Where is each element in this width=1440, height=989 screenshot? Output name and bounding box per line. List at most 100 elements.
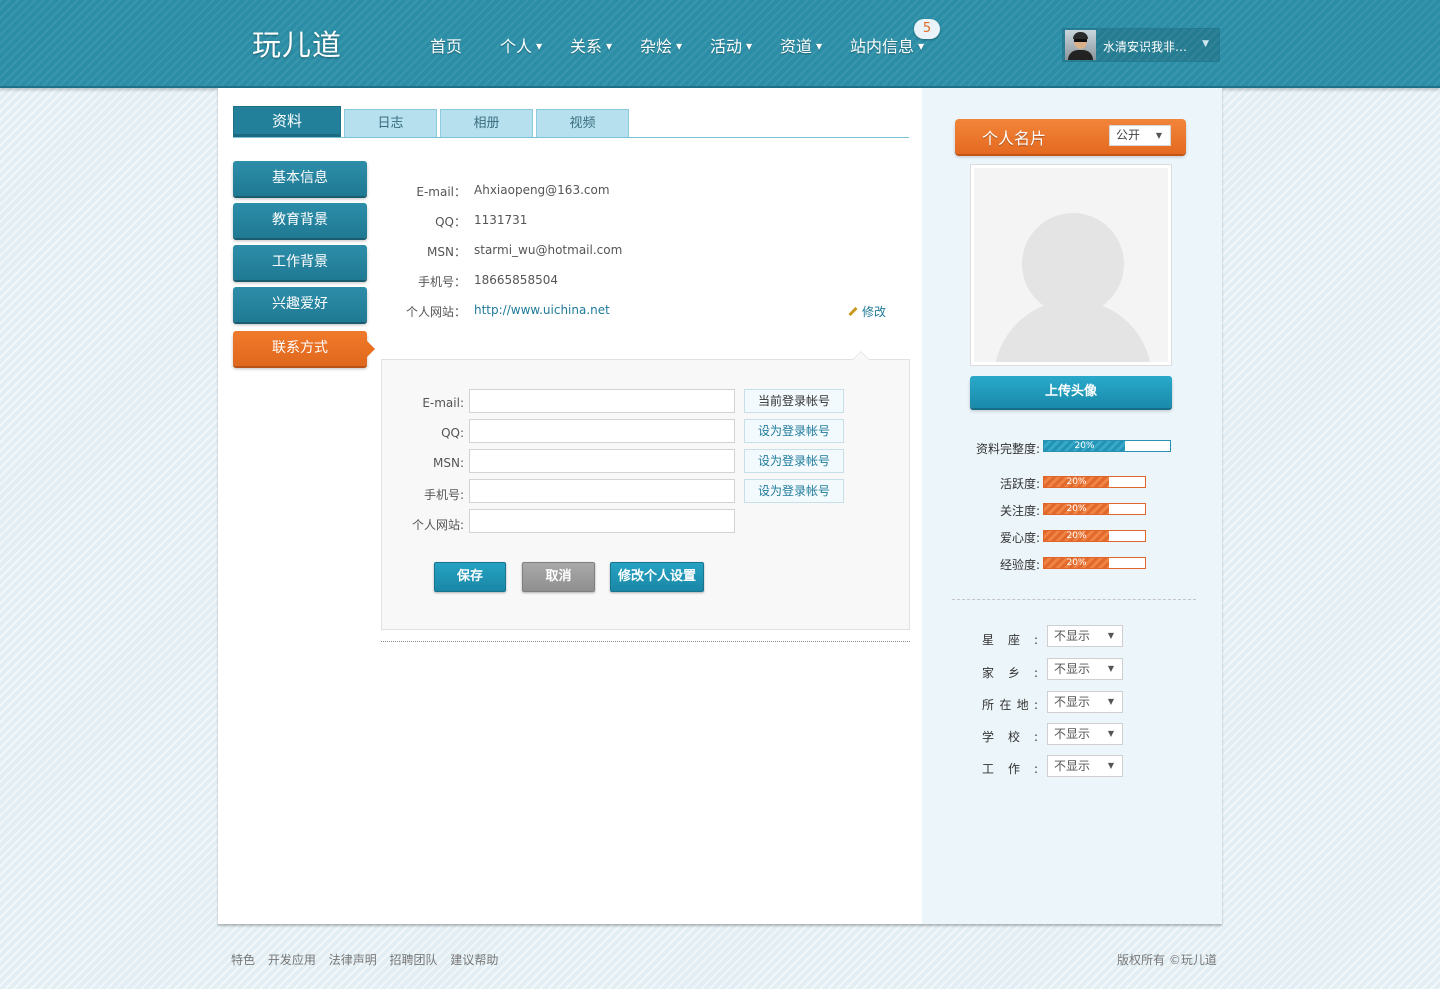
completeness-percent: 20%: [1074, 441, 1095, 451]
set-login-account-button-msn[interactable]: 设为登录帐号: [744, 449, 844, 473]
caret-down-icon: ▼: [536, 42, 543, 51]
site-logo[interactable]: 玩儿道: [252, 22, 342, 64]
contact-website-cell: http://www.uichina.net: [474, 303, 610, 317]
side-menu-interests[interactable]: 兴趣爱好: [233, 287, 367, 322]
user-menu[interactable]: 水清安识我非… ▼: [1062, 28, 1220, 62]
caret-down-icon: ▼: [676, 42, 683, 51]
website-field[interactable]: [469, 509, 735, 533]
current-login-account-tag[interactable]: 当前登录帐号: [744, 389, 844, 413]
contact-website-link[interactable]: http://www.uichina.net: [474, 303, 610, 317]
zodiac-visibility-select[interactable]: 不显示 ▼: [1047, 625, 1123, 647]
tab-journal[interactable]: 日志: [344, 109, 437, 137]
footer-links: 特色 开发应用 法律声明 招聘团队 建议帮助: [231, 951, 507, 968]
set-login-account-button-qq[interactable]: 设为登录帐号: [744, 419, 844, 443]
caret-down-icon: ▼: [1107, 664, 1114, 673]
visibility-select[interactable]: 公开 ▼: [1109, 125, 1171, 146]
caret-down-icon: ▼: [1107, 729, 1114, 738]
profile-photo: [970, 164, 1172, 366]
contact-email-label: E-mail：: [416, 185, 466, 199]
save-button[interactable]: 保存: [434, 562, 506, 592]
kindness-label: 爱心度:: [999, 531, 1040, 545]
nav-home[interactable]: 首页: [430, 33, 462, 57]
caret-down-icon: ▼: [606, 42, 613, 51]
personal-settings-button[interactable]: 修改个人设置: [610, 562, 704, 592]
upload-avatar-button[interactable]: 上传头像: [970, 376, 1172, 408]
tab-video[interactable]: 视频: [536, 109, 629, 137]
email-field[interactable]: [469, 389, 735, 413]
attention-bar: 20%: [1043, 503, 1146, 515]
contact-msn-label: MSN：: [427, 245, 466, 259]
cancel-button[interactable]: 取消: [522, 562, 595, 592]
set-login-account-button-phone[interactable]: 设为登录帐号: [744, 479, 844, 503]
kindness-percent: 20%: [1066, 531, 1087, 541]
profile-card-title: 个人名片: [982, 129, 1047, 148]
side-menu-education[interactable]: 教育背景: [233, 203, 367, 238]
contact-phone-label: 手机号：: [417, 275, 466, 289]
caret-down-icon: ▼: [918, 42, 925, 51]
contact-email-value: Ahxiaopeng@163.com: [474, 183, 610, 197]
work-visibility-select[interactable]: 不显示 ▼: [1047, 755, 1123, 777]
default-avatar-icon: [974, 168, 1168, 362]
qq-field[interactable]: [469, 419, 735, 443]
school-label: 学校:: [982, 730, 1038, 744]
side-menu-basic-info[interactable]: 基本信息: [233, 161, 367, 196]
footer-link-feedback[interactable]: 建议帮助: [450, 953, 498, 967]
nav-relations[interactable]: 关系 ▼: [570, 33, 612, 57]
top-header: 玩儿道 首页 个人 ▼ 关系 ▼ 杂烩 ▼ 活动 ▼ 资道 ▼ 站内信息 ▼ 5 水清安识我…: [0, 0, 1440, 88]
zodiac-label: 星座:: [982, 633, 1038, 647]
school-visibility-select[interactable]: 不显示 ▼: [1047, 723, 1123, 745]
nav-misc[interactable]: 杂烩 ▼: [640, 33, 682, 57]
location-visibility-select[interactable]: 不显示 ▼: [1047, 691, 1123, 713]
tab-album[interactable]: 相册: [440, 109, 533, 137]
nav-activity[interactable]: 活动 ▼: [710, 33, 752, 57]
form-qq-label: QQ:: [441, 426, 464, 440]
attention-percent: 20%: [1066, 504, 1087, 514]
edit-contact-link[interactable]: 修改: [848, 303, 886, 320]
completeness-label: 资料完整度:: [975, 442, 1040, 456]
tab-profile[interactable]: 资料: [233, 106, 341, 137]
profile-card-header: 个人名片 公开 ▼: [955, 119, 1186, 154]
divider: [952, 599, 1196, 600]
pencil-icon: [848, 306, 858, 317]
nav-personal[interactable]: 个人 ▼: [500, 33, 542, 57]
nav-resources[interactable]: 资道 ▼: [780, 33, 822, 57]
caret-down-icon: ▼: [1155, 131, 1162, 140]
experience-percent: 20%: [1066, 558, 1087, 568]
user-name: 水清安识我非…: [1103, 40, 1188, 54]
contact-website-label: 个人网站：: [405, 305, 466, 319]
side-menu-work[interactable]: 工作背景: [233, 245, 367, 280]
contact-msn-value: starmi_wu@hotmail.com: [474, 243, 623, 257]
kindness-bar: 20%: [1043, 530, 1146, 542]
hometown-label: 家乡:: [982, 666, 1038, 680]
caret-down-icon: ▼: [1107, 631, 1114, 640]
nav-messages[interactable]: 站内信息 ▼: [850, 33, 924, 57]
experience-label: 经验度:: [999, 558, 1040, 572]
chevron-down-icon: ▼: [1202, 39, 1209, 49]
form-msn-label: MSN:: [433, 456, 464, 470]
location-label: 所在地:: [982, 698, 1038, 712]
msn-field[interactable]: [469, 449, 735, 473]
form-website-label: 个人网站:: [411, 518, 464, 532]
divider: [381, 641, 910, 642]
footer-link-dev-apps[interactable]: 开发应用: [268, 953, 316, 967]
profile-tabs: 资料 日志 相册 视频: [233, 106, 909, 138]
caret-down-icon: ▼: [816, 42, 823, 51]
hometown-visibility-select[interactable]: 不显示 ▼: [1047, 658, 1123, 680]
side-menu-contact[interactable]: 联系方式: [233, 331, 375, 366]
profile-card-column: 个人名片 公开 ▼ 上传头像 资料完整度: 20% 活跃度: 20% 关注度: 2…: [922, 88, 1222, 924]
contact-qq-label: QQ：: [435, 215, 466, 229]
attention-label: 关注度:: [999, 504, 1040, 518]
caret-down-icon: ▼: [1107, 697, 1114, 706]
main-panel: 资料 日志 相册 视频 基本信息 教育背景 工作背景 兴趣爱好 联系方式 E-m…: [218, 88, 1222, 924]
message-count-badge[interactable]: 5: [914, 19, 940, 39]
copyright: 版权所有 ©玩儿道: [1117, 953, 1217, 967]
form-phone-label: 手机号:: [423, 488, 464, 502]
phone-field[interactable]: [469, 479, 735, 503]
footer-link-features[interactable]: 特色: [231, 953, 255, 967]
activity-bar: 20%: [1043, 476, 1146, 488]
activity-label: 活跃度:: [999, 477, 1040, 491]
avatar: [1065, 30, 1096, 60]
footer-link-legal[interactable]: 法律声明: [329, 953, 377, 967]
footer-link-jobs[interactable]: 招聘团队: [390, 953, 438, 967]
work-label: 工作:: [982, 762, 1038, 776]
